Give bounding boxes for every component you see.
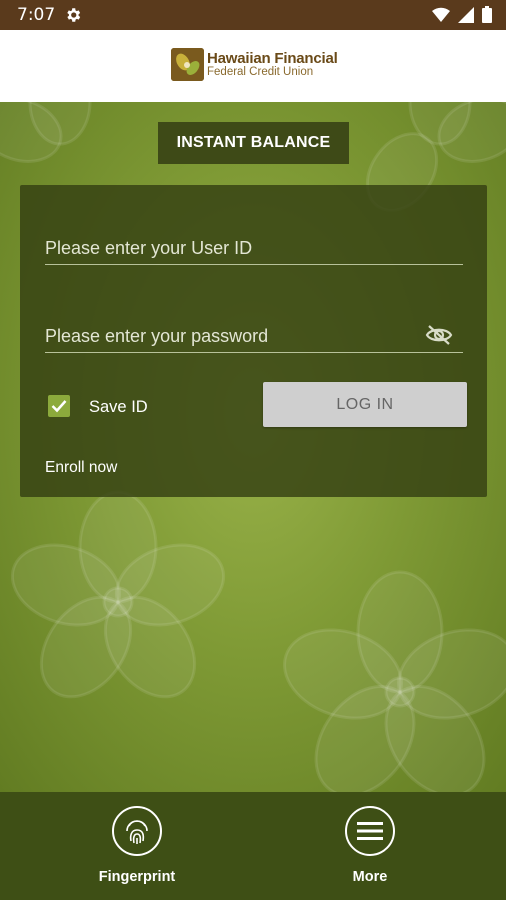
status-bar: 7:07 [0,0,506,30]
enroll-now-link[interactable]: Enroll now [45,459,117,477]
userid-field-container [45,225,463,265]
save-id-label[interactable]: Save ID [89,398,148,417]
more-label: More [352,869,388,885]
more-circle [345,806,395,856]
fingerprint-icon [126,820,148,844]
bottom-nav: Fingerprint More [0,792,506,900]
password-input[interactable] [45,313,415,352]
fingerprint-button[interactable]: Fingerprint [77,806,197,885]
gear-icon [67,8,81,22]
password-field-container [45,313,463,353]
credit-union-logo: Hawaiian Financial Federal Credit Union [171,48,338,81]
login-button[interactable]: LOG IN [263,382,467,427]
flower-logo-icon [171,48,204,81]
login-panel: Save ID LOG IN Enroll now [20,185,487,497]
userid-input[interactable] [45,225,463,264]
app-header: Hawaiian Financial Federal Credit Union [0,30,506,102]
battery-icon [482,6,492,23]
logo-name: Hawaiian Financial [207,49,338,67]
more-button[interactable]: More [310,806,430,885]
wifi-icon [432,7,450,22]
status-time: 7:07 [17,5,56,25]
fingerprint-circle [112,806,162,856]
signal-icon [458,6,474,23]
logo-subname: Federal Credit Union [207,65,314,78]
menu-icon [357,822,383,840]
visibility-off-icon[interactable] [425,324,453,346]
save-id-checkbox[interactable] [48,395,70,417]
instant-balance-button[interactable]: INSTANT BALANCE [158,122,349,164]
fingerprint-label: Fingerprint [98,869,176,885]
checkmark-icon [51,400,67,413]
